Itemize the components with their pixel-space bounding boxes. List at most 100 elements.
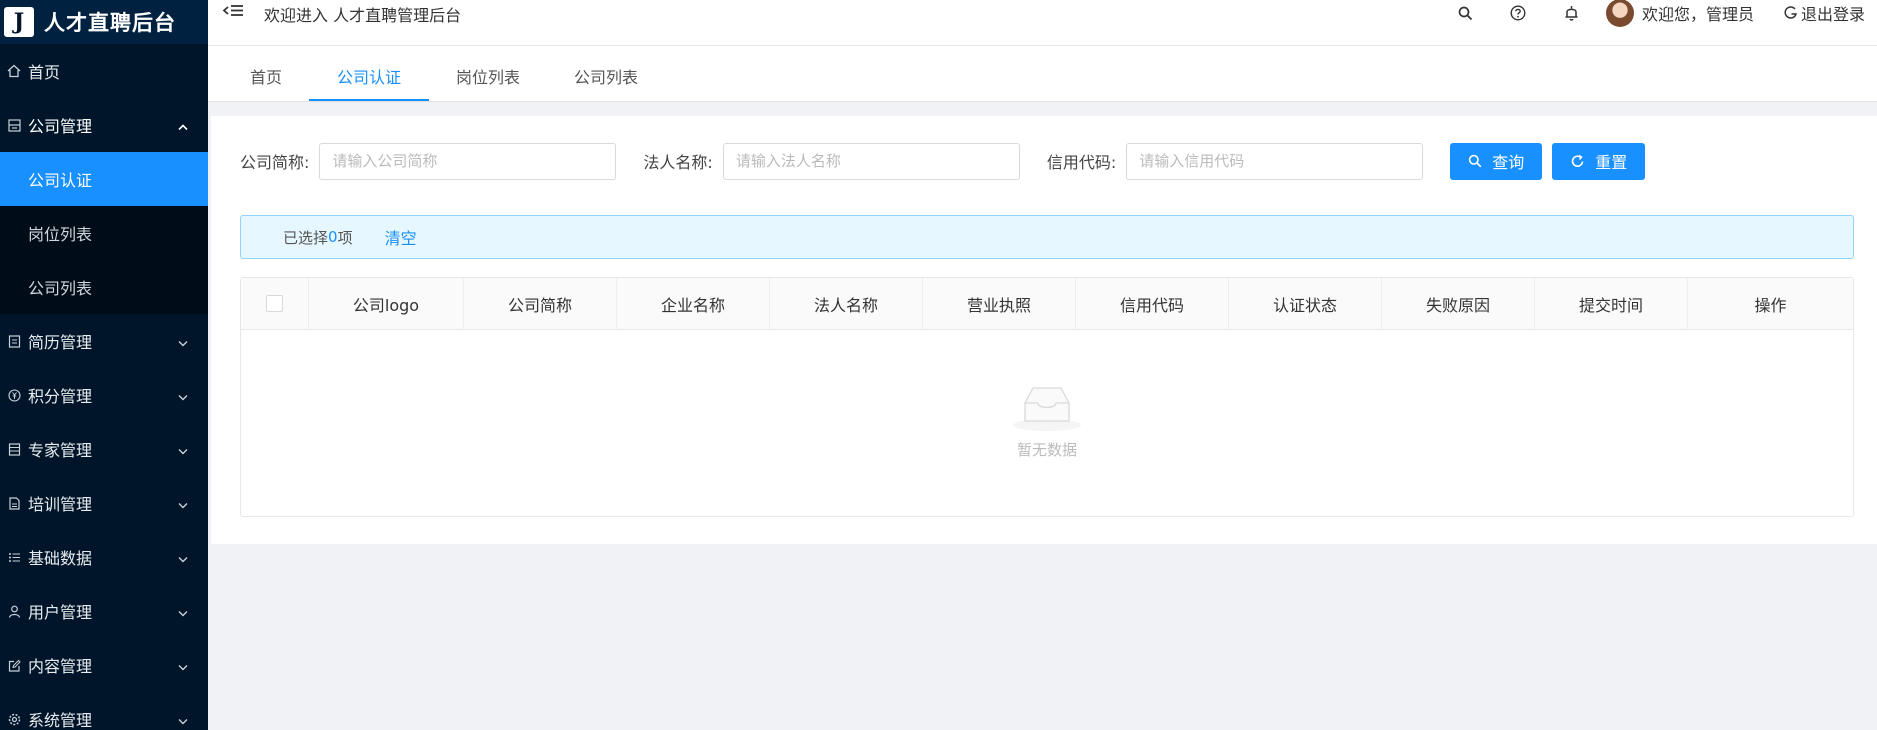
- column-header: 公司简称: [464, 278, 617, 329]
- sidebar-item-basic-data[interactable]: 基础数据: [0, 530, 208, 584]
- tab-company-list[interactable]: 公司列表: [547, 51, 665, 101]
- column-header: 企业名称: [617, 278, 770, 329]
- logout-icon: [1784, 6, 1797, 19]
- chevron-down-icon: [178, 710, 188, 729]
- sidebar-item-label: 用户管理: [28, 603, 93, 622]
- building-icon: [0, 118, 28, 132]
- search-icon[interactable]: [1439, 0, 1492, 26]
- short-name-label: 公司简称:: [240, 153, 310, 172]
- sidebar-item-system-management[interactable]: 系统管理: [0, 692, 208, 730]
- gear-icon: [0, 713, 28, 726]
- sidebar-item-home[interactable]: 首页: [0, 44, 208, 98]
- chevron-up-icon: [178, 116, 188, 135]
- sidebar-item-label: 首页: [28, 63, 61, 82]
- sidebar: J 人才直聘后台 首页 公司管理 公司认证 岗位列表 公司列表 简历管理 积分管…: [0, 0, 208, 730]
- sidebar-item-training-management[interactable]: 培训管理: [0, 476, 208, 530]
- sidebar-item-company-management[interactable]: 公司管理: [0, 98, 208, 152]
- reset-button[interactable]: 重置: [1552, 142, 1646, 180]
- chevron-down-icon: [178, 602, 188, 621]
- company-submenu: 公司认证 岗位列表 公司列表: [0, 152, 208, 314]
- chevron-down-icon: [178, 548, 188, 567]
- logout-label: 退出登录: [1800, 5, 1865, 24]
- column-header: 操作: [1754, 295, 1787, 315]
- table-header: 公司logo 公司简称 企业名称 法人名称 营业执照 信用代码 认证状态 失败原…: [241, 278, 1853, 330]
- document-icon: [0, 334, 28, 348]
- column-header: 营业执照: [923, 278, 1076, 329]
- sidebar-item-label: 专家管理: [28, 441, 93, 460]
- legal-name-input[interactable]: [722, 142, 1020, 180]
- file-icon: [0, 496, 28, 510]
- column-header: 法人名称: [770, 278, 923, 329]
- app-logo[interactable]: J 人才直聘后台: [0, 0, 208, 44]
- chevron-down-icon: [178, 494, 188, 513]
- help-icon[interactable]: [1492, 0, 1545, 26]
- sidebar-item-label: 公司管理: [28, 117, 93, 136]
- query-button[interactable]: 查询: [1450, 142, 1543, 180]
- empty-text: 暂无数据: [1016, 441, 1077, 459]
- credit-code-label: 信用代码:: [1046, 153, 1117, 172]
- select-all-cell: [241, 278, 309, 329]
- top-header: 欢迎进入 人才直聘管理后台 欢迎您，管理员 退出登录: [208, 0, 1877, 45]
- sidebar-item-points-management[interactable]: 积分管理: [0, 368, 208, 422]
- certification-table: 公司logo 公司简称 企业名称 法人名称 营业执照 信用代码 认证状态 失败原…: [240, 277, 1854, 517]
- app-title: 人才直聘后台: [44, 11, 176, 35]
- column-header: 公司logo: [309, 278, 464, 329]
- column-header: 认证状态: [1229, 278, 1382, 329]
- logo-mark: J: [4, 7, 34, 37]
- selection-alert: 已选择 0项 清空: [240, 215, 1854, 259]
- chevron-down-icon: [178, 656, 188, 675]
- sidebar-item-label: 积分管理: [28, 387, 93, 406]
- tab-bar: 首页 公司认证 岗位列表 公司列表: [208, 45, 1877, 102]
- search-form: 公司简称: 法人名称: 信用代码: 查询 重置: [240, 142, 1646, 180]
- main-content: 公司简称: 法人名称: 信用代码: 查询 重置 已选择 0项 清空 公司logo…: [211, 116, 1877, 544]
- collapse-menu-icon[interactable]: [222, 0, 248, 22]
- chevron-down-icon: [178, 440, 188, 459]
- select-all-checkbox[interactable]: [266, 295, 283, 312]
- yen-icon: [0, 388, 28, 402]
- sidebar-subitem-company-list[interactable]: 公司列表: [0, 260, 208, 314]
- query-label: 查询: [1492, 153, 1525, 172]
- chevron-down-icon: [178, 386, 188, 405]
- sidebar-item-user-management[interactable]: 用户管理: [0, 584, 208, 638]
- sidebar-item-expert-management[interactable]: 专家管理: [0, 422, 208, 476]
- legal-name-label: 法人名称:: [643, 153, 713, 172]
- search-icon: [1469, 154, 1482, 168]
- column-header: 信用代码: [1076, 278, 1229, 329]
- sidebar-subitem-company-certification[interactable]: 公司认证: [0, 152, 208, 206]
- column-header: 提交时间: [1535, 278, 1688, 329]
- sidebar-subitem-job-list[interactable]: 岗位列表: [0, 206, 208, 260]
- selection-count: 0: [328, 228, 338, 246]
- avatar[interactable]: [1605, 0, 1634, 27]
- logout-button[interactable]: 退出登录: [1784, 1, 1865, 25]
- sidebar-item-label: 简历管理: [28, 333, 93, 352]
- home-icon: [0, 64, 28, 78]
- header-actions: 欢迎您，管理员 退出登录: [1439, 0, 1877, 27]
- sidebar-item-label: 培训管理: [28, 495, 93, 514]
- column-header: 失败原因: [1382, 278, 1535, 329]
- bell-icon[interactable]: [1545, 0, 1598, 26]
- sidebar-item-content-management[interactable]: 内容管理: [0, 638, 208, 692]
- chevron-down-icon: [178, 332, 188, 351]
- refresh-icon: [1571, 154, 1584, 167]
- sidebar-item-label: 系统管理: [28, 711, 93, 730]
- bullet-list-icon: [0, 551, 28, 564]
- selection-suffix: 项: [337, 228, 353, 247]
- sidebar-item-resume-management[interactable]: 简历管理: [0, 314, 208, 368]
- tab-home[interactable]: 首页: [250, 51, 309, 101]
- clear-selection-link[interactable]: 清空: [385, 225, 417, 249]
- tab-company-certification[interactable]: 公司认证: [309, 51, 430, 101]
- edit-icon: [0, 659, 28, 672]
- sidebar-item-label: 内容管理: [28, 657, 93, 676]
- tab-job-list[interactable]: 岗位列表: [429, 51, 547, 101]
- user-icon: [0, 605, 28, 618]
- welcome-text: 欢迎进入 人才直聘管理后台: [264, 6, 462, 25]
- short-name-input[interactable]: [319, 142, 617, 180]
- sidebar-item-label: 基础数据: [28, 549, 93, 568]
- reset-label: 重置: [1595, 153, 1628, 172]
- user-greeting[interactable]: 欢迎您，管理员: [1642, 1, 1754, 25]
- credit-code-input[interactable]: [1126, 142, 1424, 180]
- empty-state: 暂无数据: [241, 383, 1853, 460]
- list-box-icon: [0, 442, 28, 456]
- empty-inbox-icon: [1013, 387, 1081, 431]
- selection-prefix: 已选择: [283, 228, 329, 247]
